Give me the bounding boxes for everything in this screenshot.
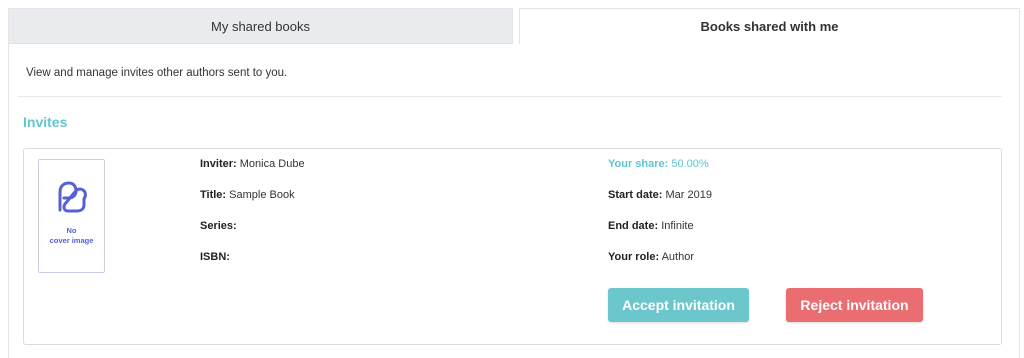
series-field: Series: xyxy=(200,220,237,232)
share-label: Your share: xyxy=(608,158,669,170)
start-date-label: Start date: xyxy=(608,189,663,201)
tab-books-shared-with-me[interactable]: Books shared with me xyxy=(519,8,1020,44)
series-label: Series: xyxy=(200,220,237,232)
book-logo-icon xyxy=(58,181,87,213)
book-cover-placeholder: No cover image xyxy=(38,159,105,273)
divider xyxy=(18,96,1002,97)
title-field: Title: Sample Book xyxy=(200,189,295,201)
end-date-value: Infinite xyxy=(661,220,694,232)
isbn-label: ISBN: xyxy=(200,251,230,263)
start-date-field: Start date: Mar 2019 xyxy=(608,189,712,201)
inviter-field: Inviter: Monica Dube xyxy=(200,158,305,170)
no-cover-text: No cover image xyxy=(50,226,94,246)
page-description: View and manage invites other authors se… xyxy=(26,67,288,79)
inviter-value: Monica Dube xyxy=(239,158,305,170)
role-label: Your role: xyxy=(608,251,660,263)
tab-my-shared-books[interactable]: My shared books xyxy=(8,8,513,44)
share-field: Your share: 50.00% xyxy=(608,158,709,170)
start-date-value: Mar 2019 xyxy=(665,189,712,201)
section-title-invites: Invites xyxy=(23,114,68,130)
no-cover-line2: cover image xyxy=(49,236,94,245)
reject-invitation-button[interactable]: Reject invitation xyxy=(786,288,923,322)
no-cover-line1: No xyxy=(66,226,77,235)
accept-invitation-button[interactable]: Accept invitation xyxy=(608,288,749,322)
inviter-label: Inviter: xyxy=(200,158,237,170)
tab-bar: My shared books Books shared with me xyxy=(8,8,1020,44)
title-label: Title: xyxy=(200,189,227,201)
role-field: Your role: Author xyxy=(608,251,694,263)
isbn-field: ISBN: xyxy=(200,251,230,263)
end-date-field: End date: Infinite xyxy=(608,220,694,232)
title-value: Sample Book xyxy=(229,189,295,201)
end-date-label: End date: xyxy=(608,220,659,232)
share-value: 50.00% xyxy=(671,158,709,170)
role-value: Author xyxy=(661,251,695,263)
